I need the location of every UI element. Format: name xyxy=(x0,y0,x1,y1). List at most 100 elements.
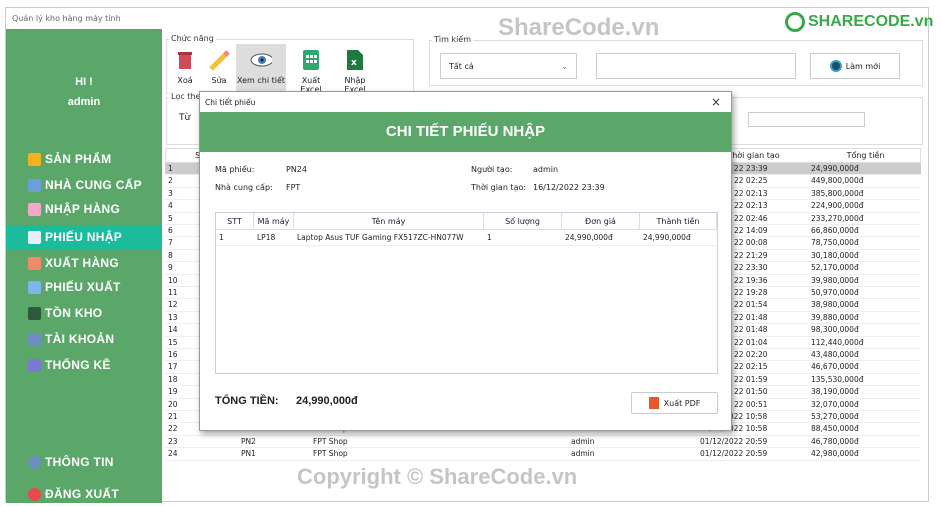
detail-column-header[interactable]: Tên máy xyxy=(294,213,484,230)
nguoi-tao-label: Người tạo: xyxy=(471,165,513,174)
table-cell: admin xyxy=(571,449,595,459)
sidebar-bottom-item-0[interactable]: THÔNG TIN xyxy=(6,450,162,474)
table-cell: 17 xyxy=(168,362,178,372)
detail-row[interactable]: 1 LP18 Laptop Asus TUF Gaming FX517ZC-HN07… xyxy=(216,230,716,246)
table-cell: 22 01:54 xyxy=(734,300,768,310)
table-cell: 53,270,000đ xyxy=(811,412,859,421)
table-row[interactable]: 24 PN1 FPT Shop admin 01/12/2022 20:59 42,980… xyxy=(165,448,921,461)
refresh-button[interactable]: Làm mới xyxy=(810,53,900,79)
table-cell: 14 xyxy=(168,325,178,335)
view-detail-button[interactable]: Xem chi tiết xyxy=(236,44,286,94)
table-cell: 32,070,000đ xyxy=(811,399,859,409)
sidebar-item-3[interactable]: PHIẾU NHẬP xyxy=(6,225,162,249)
table-cell: 8 xyxy=(168,250,173,260)
sidebar: HI ! admin SẢN PHẨM NHÀ CUNG CẤP NHẬP HÀNG… xyxy=(6,29,162,503)
table-cell: 22 02:20 xyxy=(734,350,768,359)
sidebar-item-6[interactable]: TỒN KHO xyxy=(6,301,162,325)
table-cell: 01/12/2022 20:59 xyxy=(700,449,768,459)
table-cell: 22 00:51 xyxy=(734,399,768,409)
table-cell: 135,530,000đ xyxy=(811,374,864,384)
receipt-icon xyxy=(28,230,41,244)
table-cell: 3 xyxy=(168,188,173,198)
table-cell: 38,190,000đ xyxy=(811,387,859,397)
sidebar-item-4[interactable]: XUẤT HÀNG xyxy=(6,251,162,275)
detail-column-header[interactable]: Thành tiền xyxy=(640,213,717,230)
table-cell: 38,980,000đ xyxy=(811,300,859,310)
info-icon xyxy=(28,455,41,469)
search-input[interactable] xyxy=(596,53,796,79)
table-cell: 1 xyxy=(168,164,173,173)
table-cell: 22 01:48 xyxy=(734,325,768,335)
table-cell: 66,860,000đ xyxy=(811,226,859,235)
table-cell: 88,450,000đ xyxy=(811,424,859,434)
eye-icon xyxy=(250,48,272,72)
sidebar-item-label: XUẤT HÀNG xyxy=(45,256,120,270)
table-cell: 22 23:30 xyxy=(734,263,768,273)
detail-column-header[interactable]: Đơn giá xyxy=(562,213,640,230)
delete-button[interactable]: Xoá xyxy=(169,44,201,94)
export-pdf-button[interactable]: Xuất PDF xyxy=(631,392,718,414)
table-cell: 22 02:25 xyxy=(734,176,768,186)
export-icon xyxy=(28,256,41,270)
table-cell: 9 xyxy=(168,263,173,273)
table-cell: 112,440,000đ xyxy=(811,337,864,347)
table-row[interactable]: 23 PN2 FPT Shop admin 01/12/2022 20:59 46,780… xyxy=(165,436,921,449)
table-cell: 5 xyxy=(168,213,173,223)
table-cell: 78,750,000đ xyxy=(811,238,859,248)
function-group-label: Chức năng xyxy=(169,34,216,43)
import-icon xyxy=(28,202,41,216)
detail-cell: 1 xyxy=(219,233,224,242)
refresh-icon xyxy=(829,60,842,72)
sidebar-item-0[interactable]: SẢN PHẨM xyxy=(6,147,162,171)
greeting: HI ! xyxy=(75,76,93,88)
table-cell: 224,900,000đ xyxy=(811,201,864,211)
table-cell: FPT Shop xyxy=(313,436,348,446)
detail-column-header[interactable]: Mã máy xyxy=(254,213,294,230)
spreadsheet-icon xyxy=(300,48,322,72)
to-amount-input[interactable] xyxy=(748,112,865,127)
table-cell: 43,480,000đ xyxy=(811,350,859,359)
detail-cell: 24,990,000đ xyxy=(643,233,691,242)
dialog-title: Chi tiết phiếu xyxy=(205,98,256,107)
power-icon xyxy=(28,487,41,501)
watermark-top: ShareCode.vn xyxy=(498,14,660,41)
table-cell: 22 00:08 xyxy=(734,238,768,248)
database-icon xyxy=(28,280,41,294)
table-cell: admin xyxy=(571,436,595,446)
warehouse-icon xyxy=(28,306,41,320)
ma-phieu-value: PN24 xyxy=(286,165,307,174)
sidebar-item-label: PHIẾU XUẤT xyxy=(45,280,121,294)
export-excel-button[interactable]: Xuất Excel xyxy=(290,44,332,94)
table-cell: 22 02:13 xyxy=(734,188,768,198)
sidebar-bottom-item-1[interactable]: ĐĂNG XUẤT xyxy=(6,482,162,506)
table-cell: 10 xyxy=(168,275,178,285)
sidebar-item-label: NHÀ CUNG CẤP xyxy=(45,178,142,192)
sidebar-item-2[interactable]: NHẬP HÀNG xyxy=(6,197,162,221)
export-pdf-label: Xuất PDF xyxy=(663,398,701,408)
detail-column-header[interactable]: Số lượng xyxy=(484,213,562,230)
username: admin xyxy=(67,96,101,108)
table-cell: 23 xyxy=(168,436,178,446)
table-cell: 39,980,000đ xyxy=(811,275,859,285)
close-icon[interactable]: × xyxy=(711,95,721,109)
table-cell: 52,170,000đ xyxy=(811,263,859,273)
sidebar-item-5[interactable]: PHIẾU XUẤT xyxy=(6,275,162,299)
sidebar-item-7[interactable]: TÀI KHOẢN xyxy=(6,327,162,351)
dialog-heading: CHI TIẾT PHIẾU NHẬP xyxy=(200,112,731,152)
detail-cell: LP18 xyxy=(257,233,276,242)
search-filter-select[interactable]: Tất cả ⌄ xyxy=(440,53,577,79)
account-icon xyxy=(28,332,41,346)
column-header[interactable]: Tổng tiền xyxy=(809,149,922,163)
table-cell: 21 xyxy=(168,412,178,421)
logo-icon xyxy=(785,12,805,32)
table-cell: 42,980,000đ xyxy=(811,449,859,459)
table-cell: 16 xyxy=(168,350,178,359)
sidebar-item-1[interactable]: NHÀ CUNG CẤP xyxy=(6,173,162,197)
detail-column-header[interactable]: STT xyxy=(216,213,254,230)
edit-button[interactable]: Sửa xyxy=(203,44,235,94)
table-cell: 22 02:15 xyxy=(734,362,768,372)
import-excel-button[interactable]: x Nhập Excel xyxy=(333,44,377,94)
pdf-icon xyxy=(648,397,659,409)
sidebar-item-8[interactable]: THỐNG KÊ xyxy=(6,353,162,377)
box-icon xyxy=(28,152,41,166)
